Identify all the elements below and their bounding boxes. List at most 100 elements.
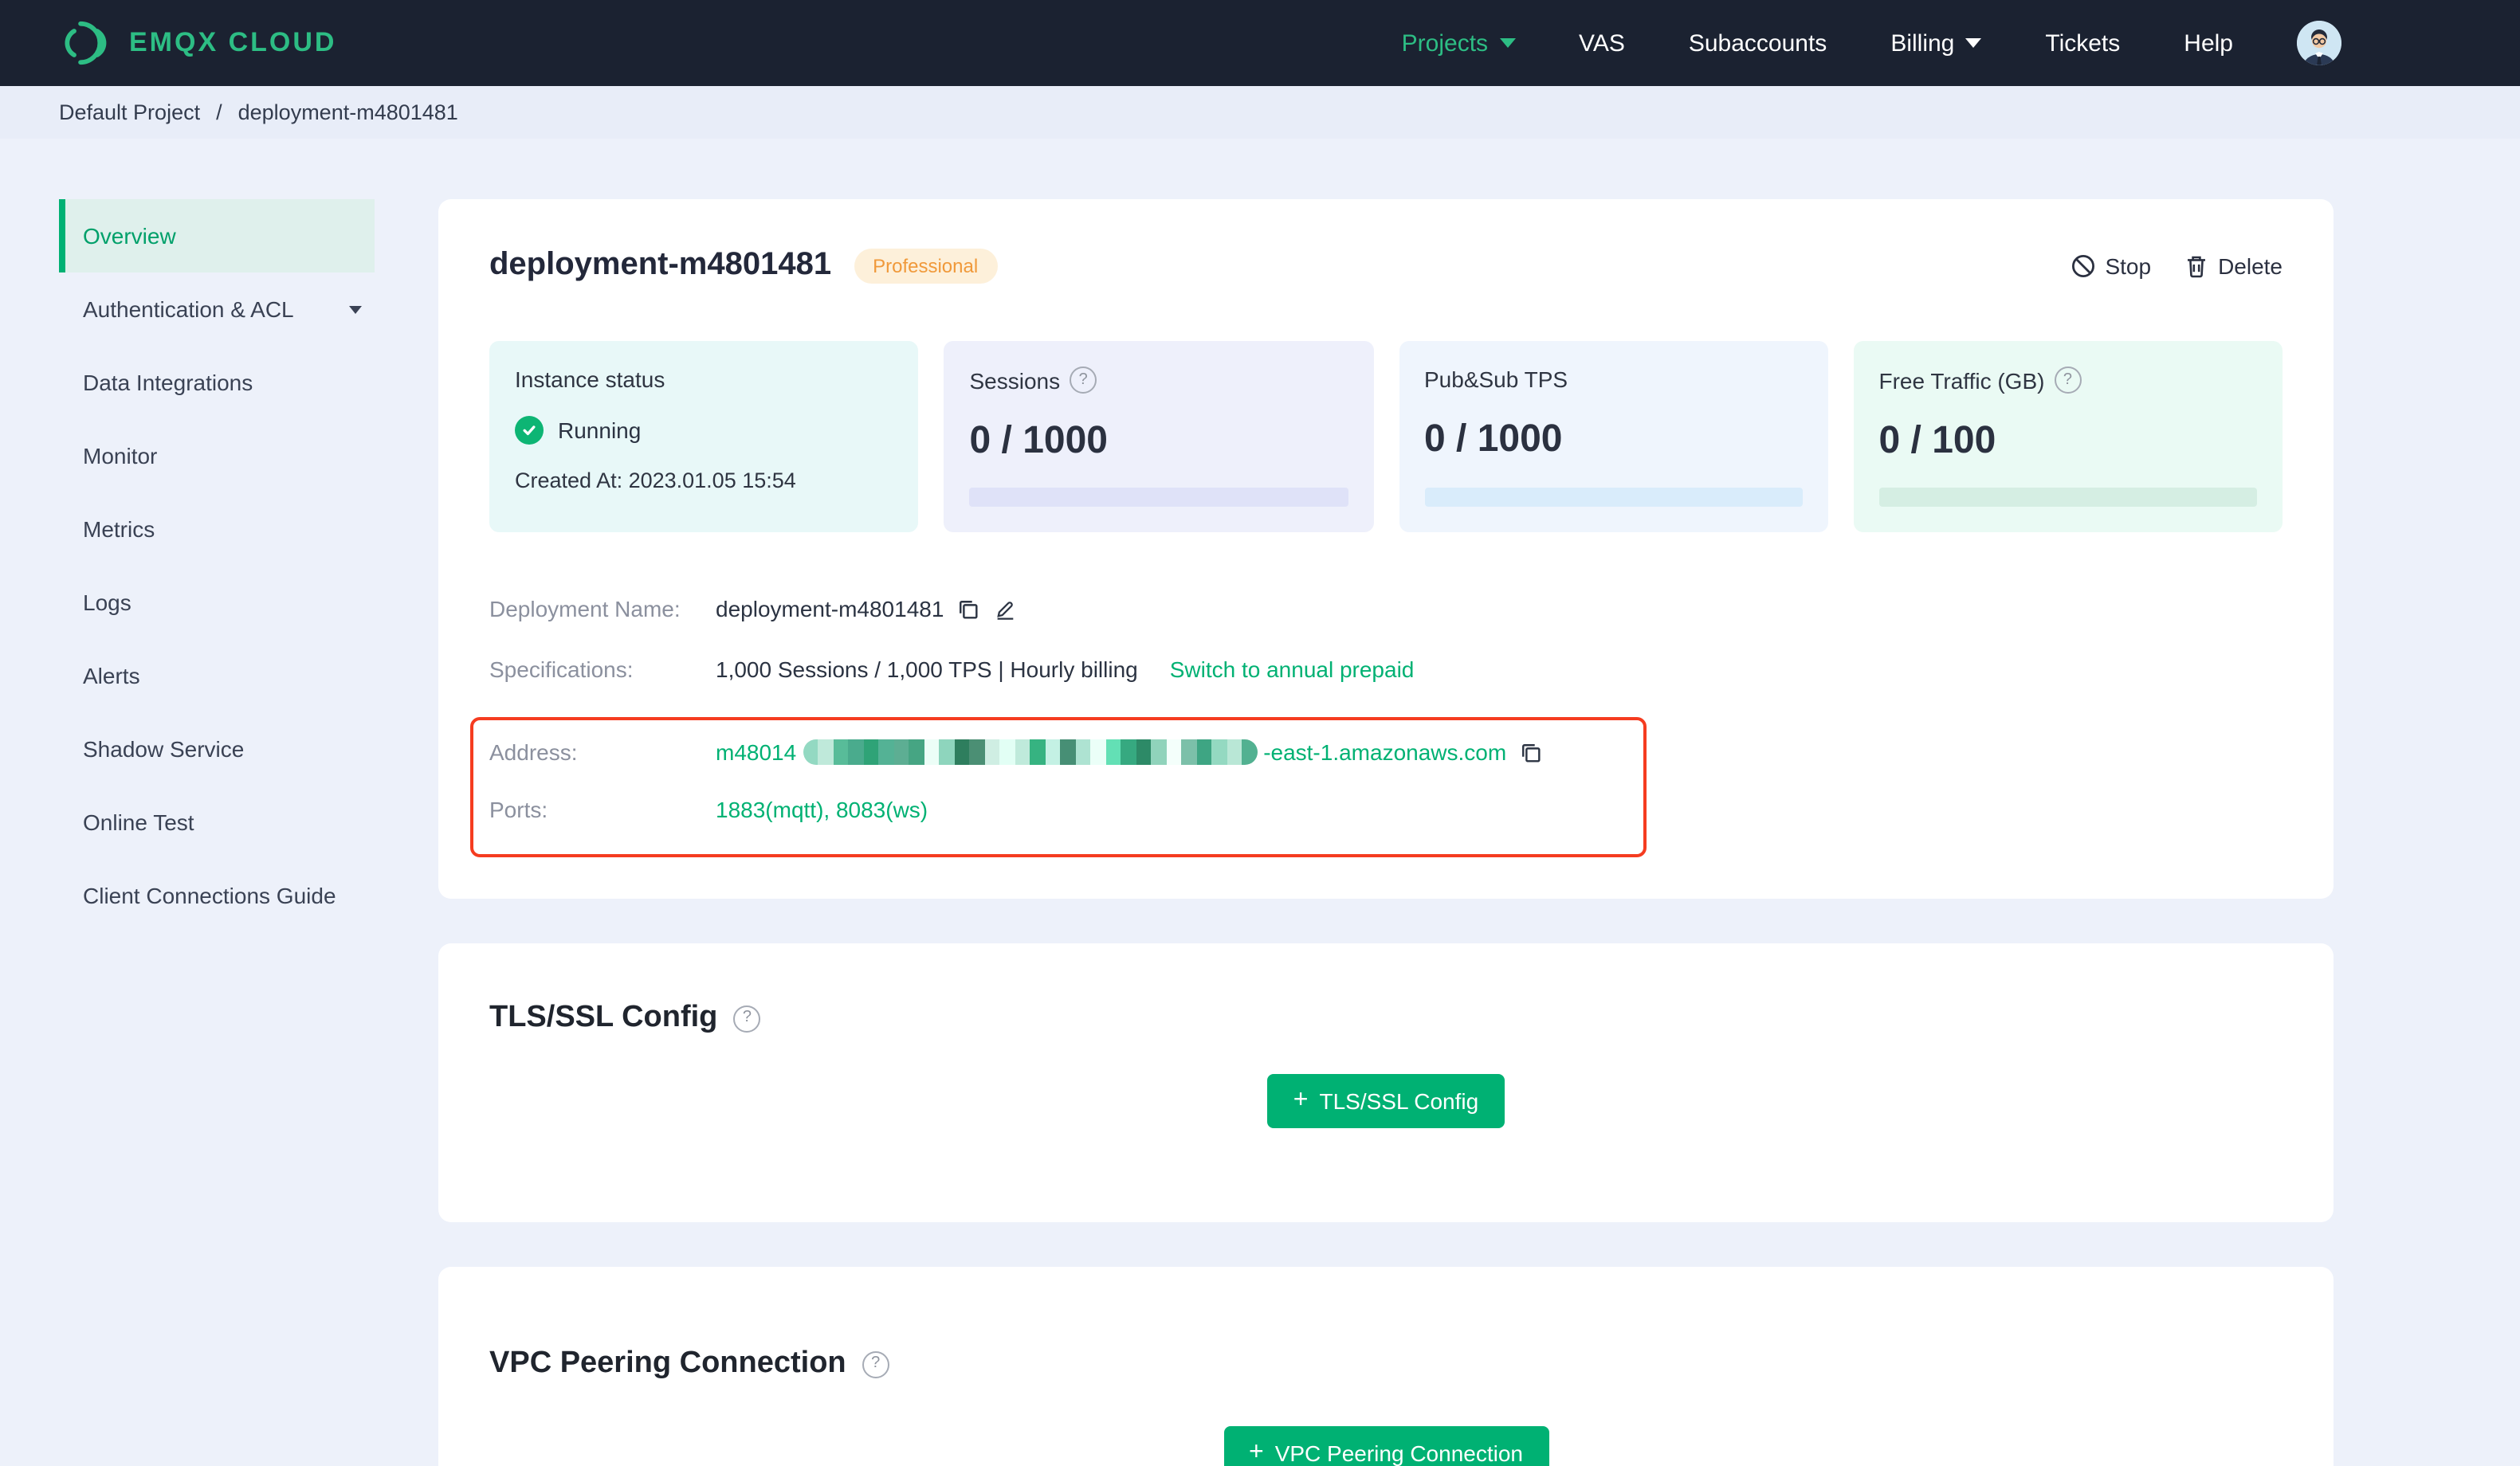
user-avatar[interactable] bbox=[2297, 21, 2341, 65]
mask-block bbox=[833, 739, 849, 765]
vpc-peering-title: VPC Peering Connection bbox=[489, 1346, 846, 1380]
breadcrumb-separator: / bbox=[216, 100, 222, 124]
mask-block bbox=[1015, 739, 1030, 765]
mask-block bbox=[969, 739, 985, 765]
edit-icon[interactable] bbox=[993, 597, 1017, 621]
sidebar-item-metrics[interactable]: Metrics bbox=[59, 492, 375, 566]
copy-icon[interactable] bbox=[956, 597, 980, 621]
mask-block bbox=[954, 739, 970, 765]
stat-card-instance-status: Instance status Running Created At: 2023… bbox=[489, 341, 919, 532]
pubsub-tps-value: 0 / 1000 bbox=[1424, 417, 1563, 461]
mask-block bbox=[1045, 739, 1061, 765]
mask-block bbox=[1105, 739, 1121, 765]
nav-item-tickets[interactable]: Tickets bbox=[2045, 29, 2120, 57]
nav-item-vas[interactable]: VAS bbox=[1579, 29, 1625, 57]
sessions-value: 0 / 1000 bbox=[969, 419, 1109, 462]
mask-block bbox=[1227, 739, 1242, 765]
tls-ssl-title: TLS/SSL Config bbox=[489, 1001, 718, 1034]
mask-block bbox=[1090, 739, 1106, 765]
nav-menu: Projects VAS Subaccounts Billing Tickets… bbox=[1402, 21, 2520, 65]
stop-button[interactable]: Stop bbox=[2070, 253, 2151, 278]
address-mask bbox=[803, 739, 1258, 765]
mask-block bbox=[1060, 739, 1076, 765]
sidebar-item-overview[interactable]: Overview bbox=[59, 199, 375, 272]
created-at: Created At: 2023.01.05 15:54 bbox=[515, 468, 796, 492]
mask-block bbox=[984, 739, 1000, 765]
mask-block bbox=[1196, 739, 1212, 765]
breadcrumb-project[interactable]: Default Project bbox=[59, 100, 200, 124]
sidebar: Overview Authentication & ACL Data Integ… bbox=[59, 199, 375, 1466]
stop-icon bbox=[2070, 253, 2095, 278]
ports-label: Ports: bbox=[489, 797, 548, 822]
deployment-name-label: Deployment Name: bbox=[489, 596, 681, 621]
mask-block bbox=[803, 739, 818, 765]
switch-annual-prepaid-link[interactable]: Switch to annual prepaid bbox=[1170, 657, 1415, 682]
nav-item-subaccounts[interactable]: Subaccounts bbox=[1689, 29, 1827, 57]
top-navbar: EMQX CLOUD Projects VAS Subaccounts Bill… bbox=[0, 0, 2520, 86]
pubsub-progress-bar bbox=[1424, 488, 1803, 507]
trash-icon bbox=[2183, 253, 2208, 278]
check-circle-icon bbox=[515, 416, 544, 445]
plus-icon: + bbox=[1293, 1087, 1309, 1114]
breadcrumb: Default Project / deployment-m4801481 bbox=[0, 86, 2520, 139]
mask-block bbox=[1181, 739, 1197, 765]
deployment-name-value: deployment-m4801481 bbox=[716, 596, 944, 621]
mask-block bbox=[1151, 739, 1167, 765]
specifications-label: Specifications: bbox=[489, 657, 634, 682]
mask-block bbox=[924, 739, 940, 765]
sidebar-item-data-integrations[interactable]: Data Integrations bbox=[59, 346, 375, 419]
copy-icon[interactable] bbox=[1519, 740, 1543, 764]
help-icon[interactable]: ? bbox=[2054, 366, 2082, 394]
add-vpc-peering-button[interactable]: + VPC Peering Connection bbox=[1223, 1426, 1549, 1466]
help-icon[interactable]: ? bbox=[1070, 366, 1097, 394]
mask-block bbox=[1030, 739, 1046, 765]
mask-block bbox=[939, 739, 955, 765]
annotation-highlight-box: Address: m48014 -east-1.amazonaws.com Po… bbox=[470, 717, 1647, 857]
sidebar-item-authentication-acl[interactable]: Authentication & ACL bbox=[59, 272, 375, 346]
address-suffix: -east-1.amazonaws.com bbox=[1263, 739, 1507, 765]
plan-badge: Professional bbox=[854, 248, 998, 283]
mask-block bbox=[1075, 739, 1091, 765]
overview-card: deployment-m4801481 Professional Stop De… bbox=[438, 199, 2334, 899]
sessions-progress-bar bbox=[969, 488, 1348, 507]
mask-block bbox=[1211, 739, 1227, 765]
stat-card-sessions: Sessions ? 0 / 1000 bbox=[944, 341, 1373, 532]
stat-card-pubsub-tps: Pub&Sub TPS 0 / 1000 bbox=[1399, 341, 1828, 532]
sidebar-item-monitor[interactable]: Monitor bbox=[59, 419, 375, 492]
mask-block bbox=[818, 739, 834, 765]
mask-block bbox=[1136, 739, 1152, 765]
mask-block bbox=[878, 739, 894, 765]
chevron-down-icon bbox=[349, 305, 362, 313]
sidebar-item-shadow-service[interactable]: Shadow Service bbox=[59, 712, 375, 786]
sidebar-item-online-test[interactable]: Online Test bbox=[59, 786, 375, 859]
nav-item-help[interactable]: Help bbox=[2184, 29, 2233, 57]
mask-block bbox=[909, 739, 924, 765]
specifications-value: 1,000 Sessions / 1,000 TPS | Hourly bill… bbox=[716, 657, 1138, 682]
mask-block bbox=[893, 739, 909, 765]
mask-block bbox=[848, 739, 864, 765]
delete-button[interactable]: Delete bbox=[2183, 253, 2283, 278]
add-tls-ssl-config-button[interactable]: + TLS/SSL Config bbox=[1267, 1074, 1505, 1128]
help-icon[interactable]: ? bbox=[862, 1350, 889, 1378]
mask-block bbox=[1121, 739, 1136, 765]
page: EMQX CLOUD Projects VAS Subaccounts Bill… bbox=[0, 0, 2520, 1466]
status-text: Running bbox=[558, 417, 642, 443]
chevron-down-icon bbox=[1965, 38, 1982, 48]
sidebar-item-client-connections-guide[interactable]: Client Connections Guide bbox=[59, 859, 375, 932]
sidebar-item-alerts[interactable]: Alerts bbox=[59, 639, 375, 712]
plus-icon: + bbox=[1249, 1439, 1264, 1466]
free-traffic-progress-bar bbox=[1878, 488, 2257, 507]
emqx-logo-icon bbox=[59, 19, 113, 67]
brand[interactable]: EMQX CLOUD bbox=[0, 19, 336, 67]
tls-ssl-card: TLS/SSL Config ? + TLS/SSL Config bbox=[438, 943, 2334, 1222]
nav-item-billing[interactable]: Billing bbox=[1890, 29, 1982, 57]
mask-block bbox=[863, 739, 879, 765]
mask-block bbox=[999, 739, 1015, 765]
breadcrumb-deployment: deployment-m4801481 bbox=[237, 100, 458, 124]
stat-card-free-traffic: Free Traffic (GB) ? 0 / 100 bbox=[1853, 341, 2283, 532]
sidebar-item-logs[interactable]: Logs bbox=[59, 566, 375, 639]
help-icon[interactable]: ? bbox=[733, 1005, 761, 1032]
mask-block bbox=[1166, 739, 1182, 765]
nav-item-projects[interactable]: Projects bbox=[1402, 29, 1516, 57]
brand-name: EMQX CLOUD bbox=[129, 27, 337, 57]
